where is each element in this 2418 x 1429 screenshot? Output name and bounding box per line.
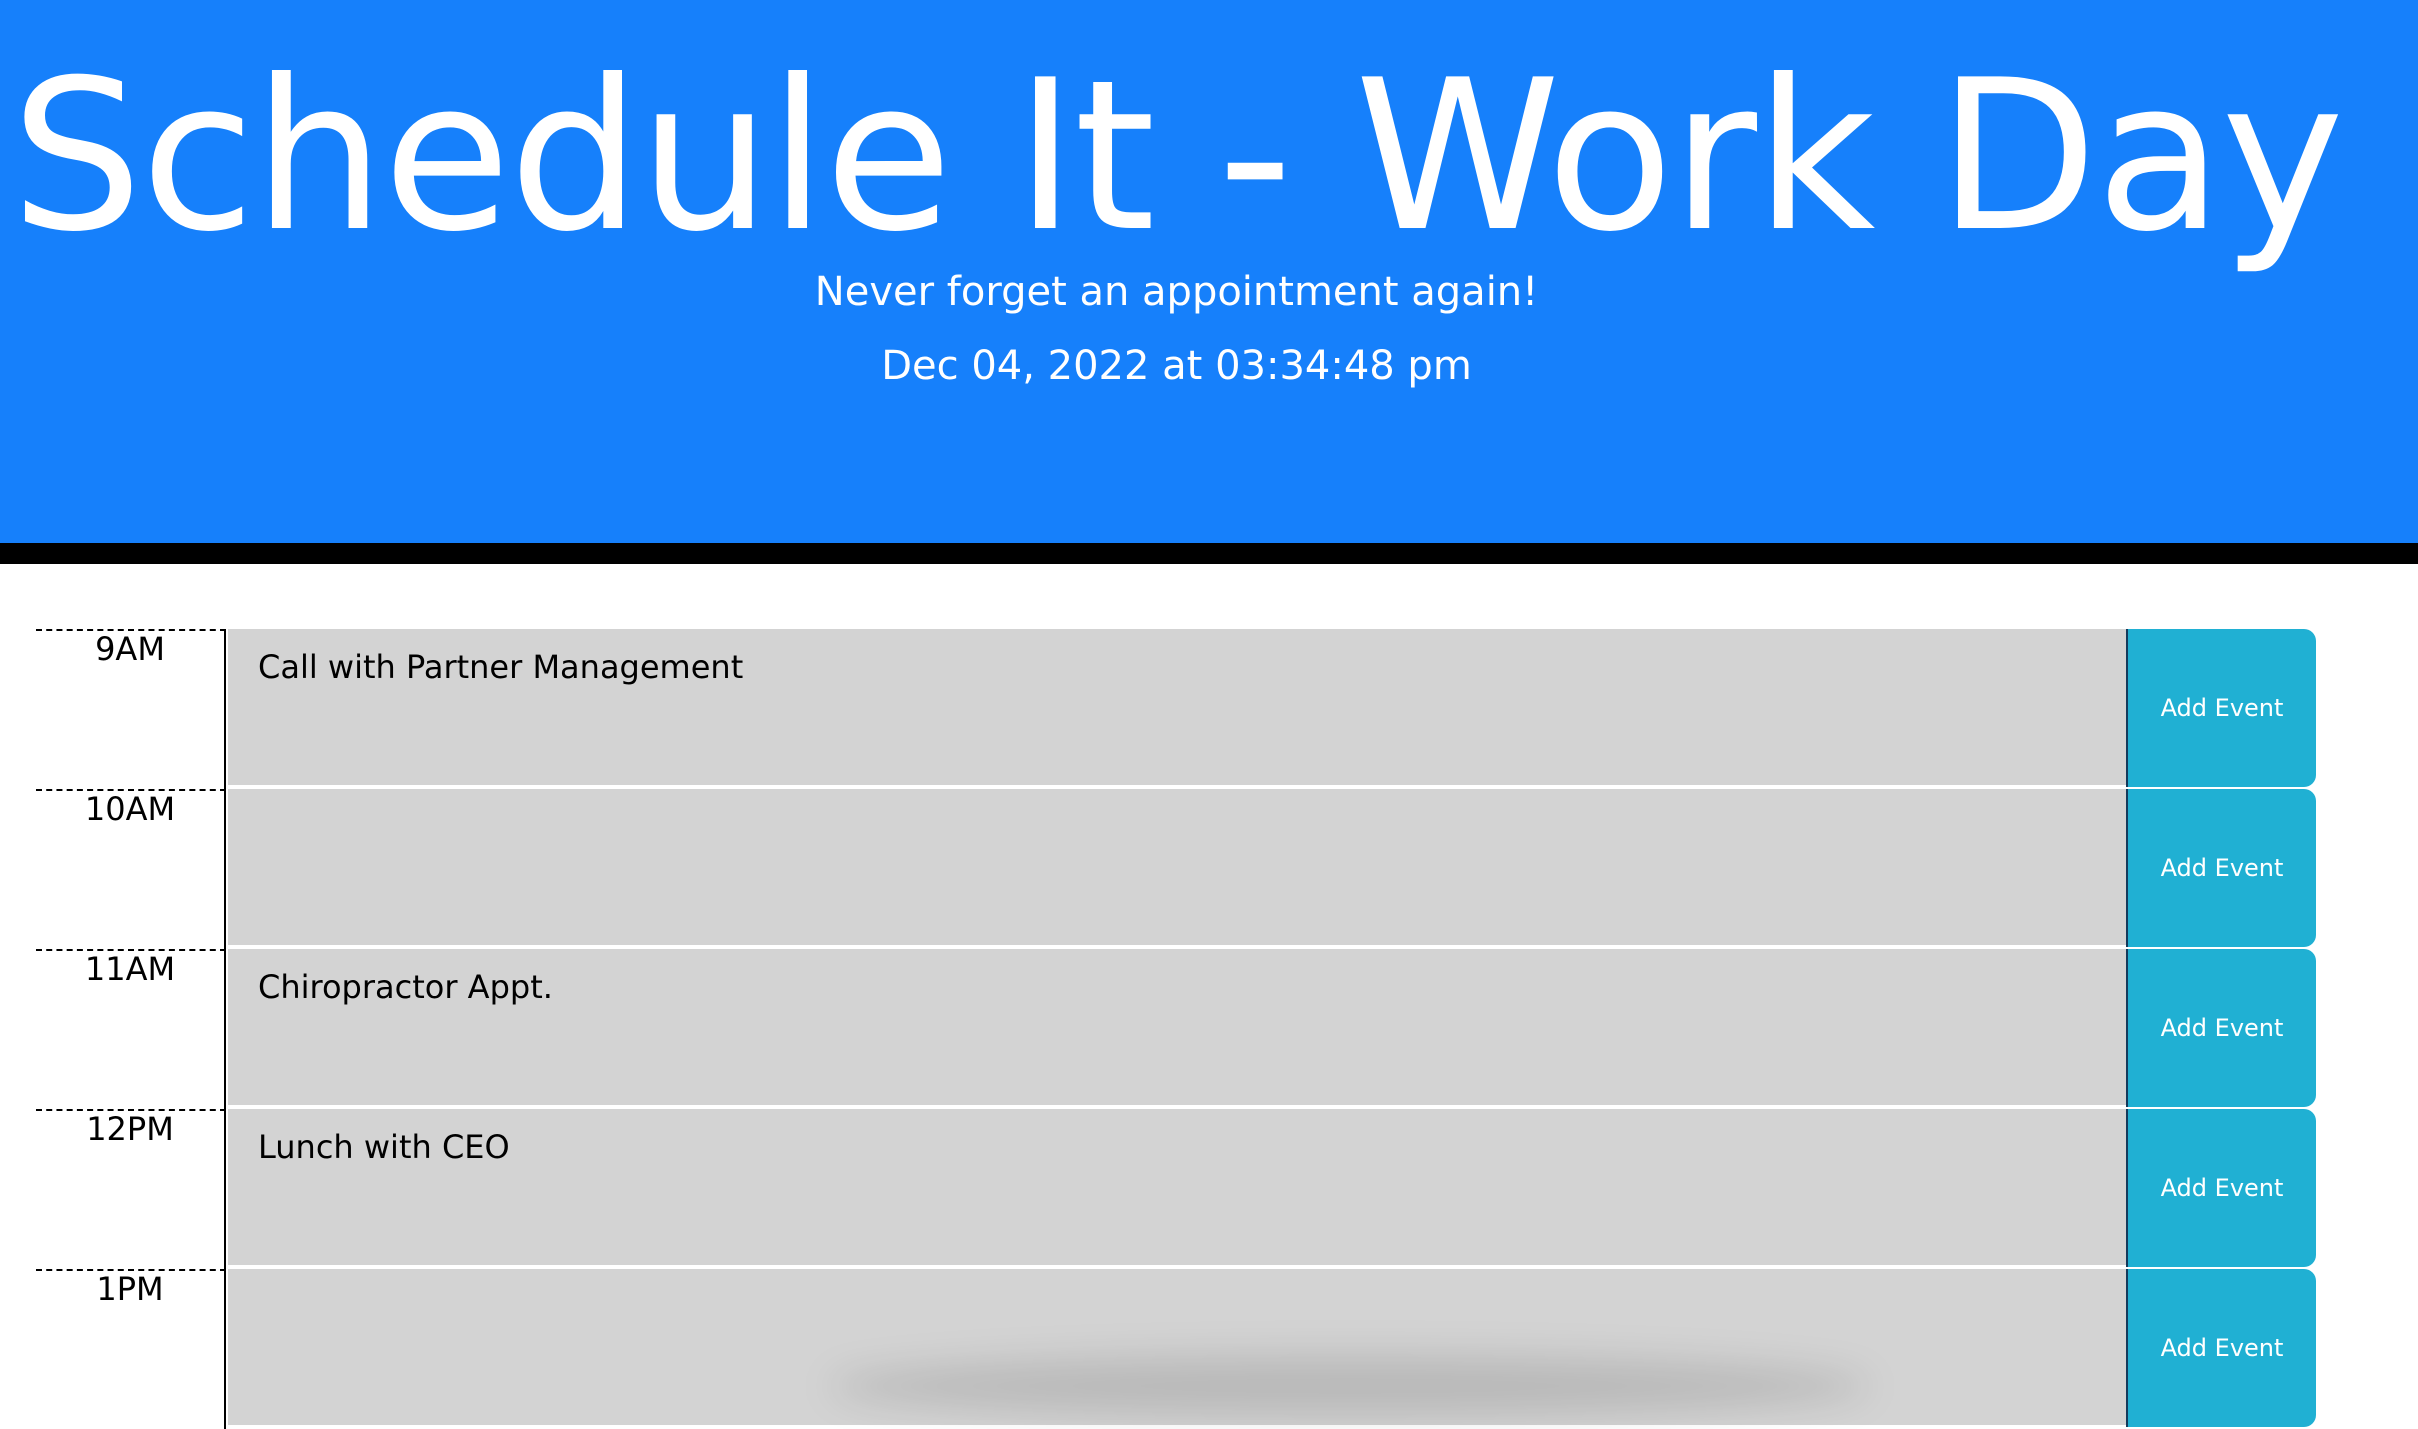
event-description-input[interactable] [228,789,2126,947]
time-block-12pm: 12PM Lunch with CEO Add Event [0,1109,2418,1269]
page-subtitle: Never forget an appointment again! [814,269,1539,315]
page-header: Schedule It - Work Day Never forget an a… [0,0,2418,543]
current-datetime: Dec 04, 2022 at 03:34:48 pm [881,343,1472,389]
page-title: Schedule It - Work Day [10,36,2345,278]
add-event-button[interactable]: Add Event [2126,789,2316,947]
schedule-container: 9AM Call with Partner Management Add Eve… [0,629,2418,1429]
scroll-shadow [830,1356,1870,1416]
hour-label: 1PM [36,1269,226,1429]
time-block-9am: 9AM Call with Partner Management Add Eve… [0,629,2418,789]
event-description-input[interactable]: Call with Partner Management [228,629,2126,787]
add-event-button[interactable]: Add Event [2126,1269,2316,1427]
time-block-10am: 10AM Add Event [0,789,2418,949]
time-block-11am: 11AM Chiropractor Appt. Add Event [0,949,2418,1109]
event-description-input[interactable]: Chiropractor Appt. [228,949,2126,1107]
event-description-input[interactable]: Lunch with CEO [228,1109,2126,1267]
add-event-button[interactable]: Add Event [2126,1109,2316,1267]
hour-label: 11AM [36,949,226,1109]
header-divider [0,543,2418,564]
hour-label: 9AM [36,629,226,789]
hour-label: 12PM [36,1109,226,1269]
add-event-button[interactable]: Add Event [2126,949,2316,1107]
hour-label: 10AM [36,789,226,949]
add-event-button[interactable]: Add Event [2126,629,2316,787]
